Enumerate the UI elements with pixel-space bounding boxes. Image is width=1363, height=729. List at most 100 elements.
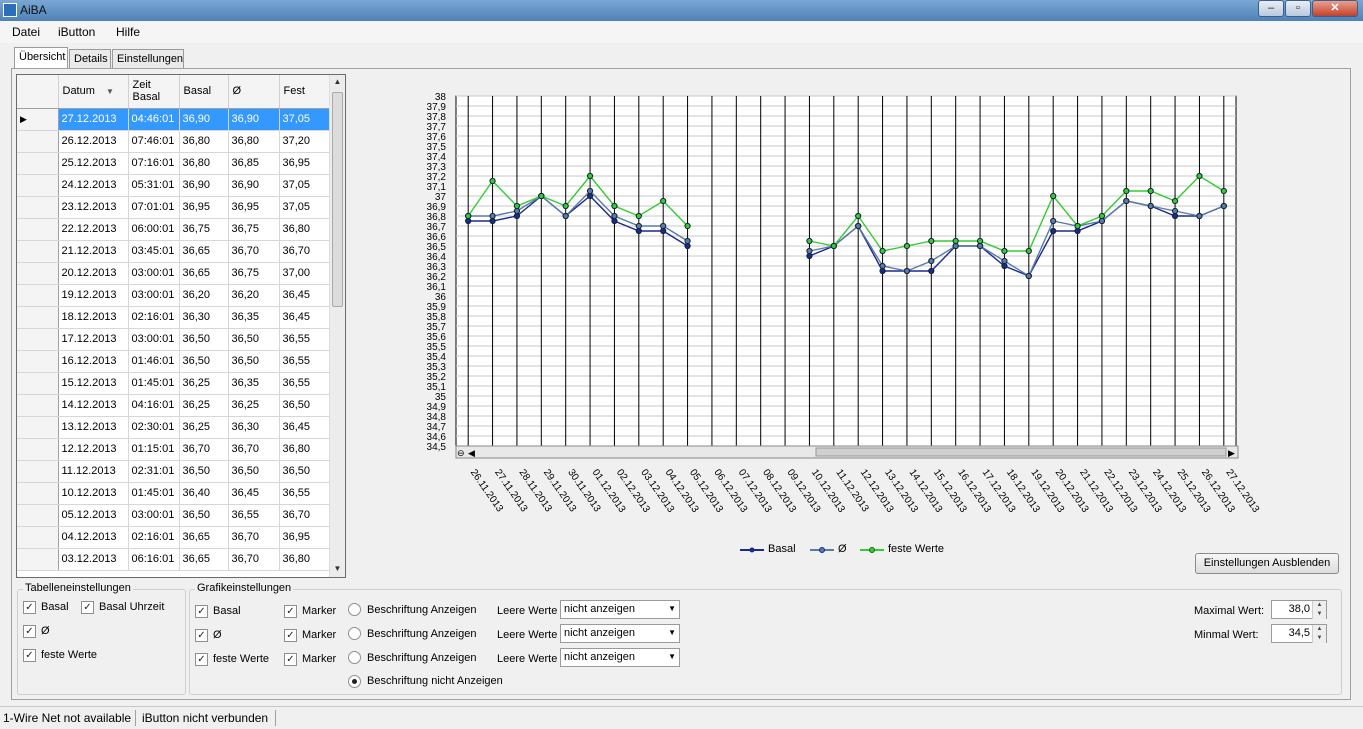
table-row[interactable]: 21.12.2013 03:45:01 36,65 36,70 36,70 <box>17 240 331 263</box>
checkbox-table-basal[interactable]: ✓ <box>23 601 36 614</box>
table-row[interactable]: 18.12.2013 02:16:01 36,30 36,35 36,45 <box>17 306 331 329</box>
tab-details[interactable]: Details <box>69 49 111 69</box>
table-cell[interactable]: 36,95 <box>279 526 331 549</box>
table-cell[interactable]: 36,95 <box>228 196 280 219</box>
table-cell[interactable]: 26.12.2013 <box>58 130 129 153</box>
table-cell[interactable]: 36,70 <box>228 240 280 263</box>
table-cell[interactable]: 02:16:01 <box>128 526 180 549</box>
row-header[interactable] <box>17 394 59 417</box>
tab-einstellungen[interactable]: Einstellungen <box>112 49 184 69</box>
table-cell[interactable]: 21.12.2013 <box>58 240 129 263</box>
row-header[interactable] <box>17 284 59 307</box>
checkbox-table-fixed[interactable]: ✓ <box>23 649 36 662</box>
table-cell[interactable]: 36,55 <box>228 504 280 527</box>
checkbox-marker-basal[interactable]: ✓ <box>284 605 297 618</box>
table-cell[interactable]: 36,55 <box>279 350 331 373</box>
table-cell[interactable]: 36,95 <box>179 196 229 219</box>
table-row[interactable]: 11.12.2013 02:31:01 36,50 36,50 36,50 <box>17 460 331 483</box>
table-cell[interactable]: 36,80 <box>279 548 331 571</box>
row-header[interactable] <box>17 416 59 439</box>
radio-label-fixed[interactable] <box>348 651 361 664</box>
table-cell[interactable]: 27.12.2013 <box>58 108 129 131</box>
table-cell[interactable]: 36,80 <box>179 152 229 175</box>
radio-label-none[interactable] <box>348 675 361 688</box>
table-row[interactable]: 19.12.2013 03:00:01 36,20 36,20 36,45 <box>17 284 331 307</box>
table-cell[interactable]: 03:00:01 <box>128 262 180 285</box>
table-cell[interactable]: 05.12.2013 <box>58 504 129 527</box>
table-row[interactable]: 12.12.2013 01:15:01 36,70 36,70 36,80 <box>17 438 331 461</box>
table-cell[interactable]: 36,50 <box>228 328 280 351</box>
table-cell[interactable]: 36,65 <box>179 526 229 549</box>
table-cell[interactable]: 37,20 <box>279 130 331 153</box>
table-cell[interactable]: 36,80 <box>179 130 229 153</box>
table-cell[interactable]: 36,50 <box>179 350 229 373</box>
table-cell[interactable]: 03:00:01 <box>128 504 180 527</box>
minimize-button[interactable]: ‒ <box>1258 0 1284 17</box>
table-cell[interactable]: 36,20 <box>228 284 280 307</box>
table-cell[interactable]: 36,70 <box>279 504 331 527</box>
table-cell[interactable]: 37,05 <box>279 196 331 219</box>
table-cell[interactable]: 25.12.2013 <box>58 152 129 175</box>
table-cell[interactable]: 36,65 <box>179 262 229 285</box>
table-cell[interactable]: 36,30 <box>179 306 229 329</box>
table-cell[interactable]: 36,55 <box>279 372 331 395</box>
menu-datei[interactable]: Datei <box>12 25 40 39</box>
table-cell[interactable]: 36,20 <box>179 284 229 307</box>
table-cell[interactable]: 36,90 <box>179 174 229 197</box>
table-cell[interactable]: 02:30:01 <box>128 416 180 439</box>
table-cell[interactable]: 36,50 <box>179 328 229 351</box>
row-header[interactable] <box>17 174 59 197</box>
table-cell[interactable]: 36,50 <box>279 460 331 483</box>
row-header[interactable] <box>17 504 59 527</box>
table-cell[interactable]: 36,80 <box>279 438 331 461</box>
column-header-fest[interactable]: Fest <box>279 75 331 109</box>
table-cell[interactable]: 04:46:01 <box>128 108 180 131</box>
scroll-down-icon[interactable]: ▼ <box>330 562 345 576</box>
table-cell[interactable]: 18.12.2013 <box>58 306 129 329</box>
checkbox-table-avg[interactable]: ✓ <box>23 625 36 638</box>
table-cell[interactable]: 04:16:01 <box>128 394 180 417</box>
table-cell[interactable]: 17.12.2013 <box>58 328 129 351</box>
table-cell[interactable]: 36,85 <box>228 152 280 175</box>
table-cell[interactable]: 36,25 <box>179 394 229 417</box>
scroll-thumb[interactable] <box>332 92 343 307</box>
table-cell[interactable]: 07:16:01 <box>128 152 180 175</box>
table-cell[interactable]: 03:00:01 <box>128 284 180 307</box>
row-header[interactable] <box>17 130 59 153</box>
checkbox-table-basal-time[interactable]: ✓ <box>81 601 94 614</box>
row-header[interactable] <box>17 460 59 483</box>
table-cell[interactable]: 36,50 <box>228 350 280 373</box>
table-row[interactable]: 26.12.2013 07:46:01 36,80 36,80 37,20 <box>17 130 331 153</box>
maximize-button[interactable]: ▫ <box>1285 0 1311 17</box>
row-header[interactable] <box>17 350 59 373</box>
select-empty-fixed[interactable]: nicht anzeigen ▼ <box>560 648 680 667</box>
radio-label-avg[interactable] <box>348 627 361 640</box>
column-header-zeit-basal[interactable]: Zeit Basal <box>128 75 180 109</box>
table-row[interactable]: 15.12.2013 01:45:01 36,25 36,35 36,55 <box>17 372 331 395</box>
table-cell[interactable]: 36,30 <box>228 416 280 439</box>
table-cell[interactable]: 19.12.2013 <box>58 284 129 307</box>
table-row[interactable]: 14.12.2013 04:16:01 36,25 36,25 36,50 <box>17 394 331 417</box>
grid-scrollbar[interactable]: ▲ ▼ <box>329 75 345 577</box>
table-cell[interactable]: 24.12.2013 <box>58 174 129 197</box>
row-header[interactable] <box>17 328 59 351</box>
table-cell[interactable]: 36,70 <box>228 526 280 549</box>
table-cell[interactable]: 05:31:01 <box>128 174 180 197</box>
table-row[interactable]: 20.12.2013 03:00:01 36,65 36,75 37,00 <box>17 262 331 285</box>
table-cell[interactable]: 36,70 <box>228 548 280 571</box>
table-row[interactable]: ▶ 27.12.2013 04:46:01 36,90 36,90 37,05 <box>17 108 331 131</box>
table-cell[interactable]: 20.12.2013 <box>58 262 129 285</box>
close-button[interactable]: ✕ <box>1312 0 1358 17</box>
table-cell[interactable]: 36,35 <box>228 306 280 329</box>
table-cell[interactable]: 07:01:01 <box>128 196 180 219</box>
table-cell[interactable]: 36,80 <box>228 130 280 153</box>
table-cell[interactable]: 36,70 <box>228 438 280 461</box>
table-cell[interactable]: 36,45 <box>279 306 331 329</box>
table-cell[interactable]: 37,05 <box>279 108 331 131</box>
table-cell[interactable]: 36,40 <box>179 482 229 505</box>
select-empty-avg[interactable]: nicht anzeigen ▼ <box>560 624 680 643</box>
tab-uebersicht[interactable]: Übersicht <box>14 47 68 69</box>
table-cell[interactable]: 01:45:01 <box>128 482 180 505</box>
data-grid[interactable]: Datum ▼ Zeit Basal Basal Ø Fest ▶ 27.12.2… <box>16 74 346 578</box>
table-cell[interactable]: 10.12.2013 <box>58 482 129 505</box>
